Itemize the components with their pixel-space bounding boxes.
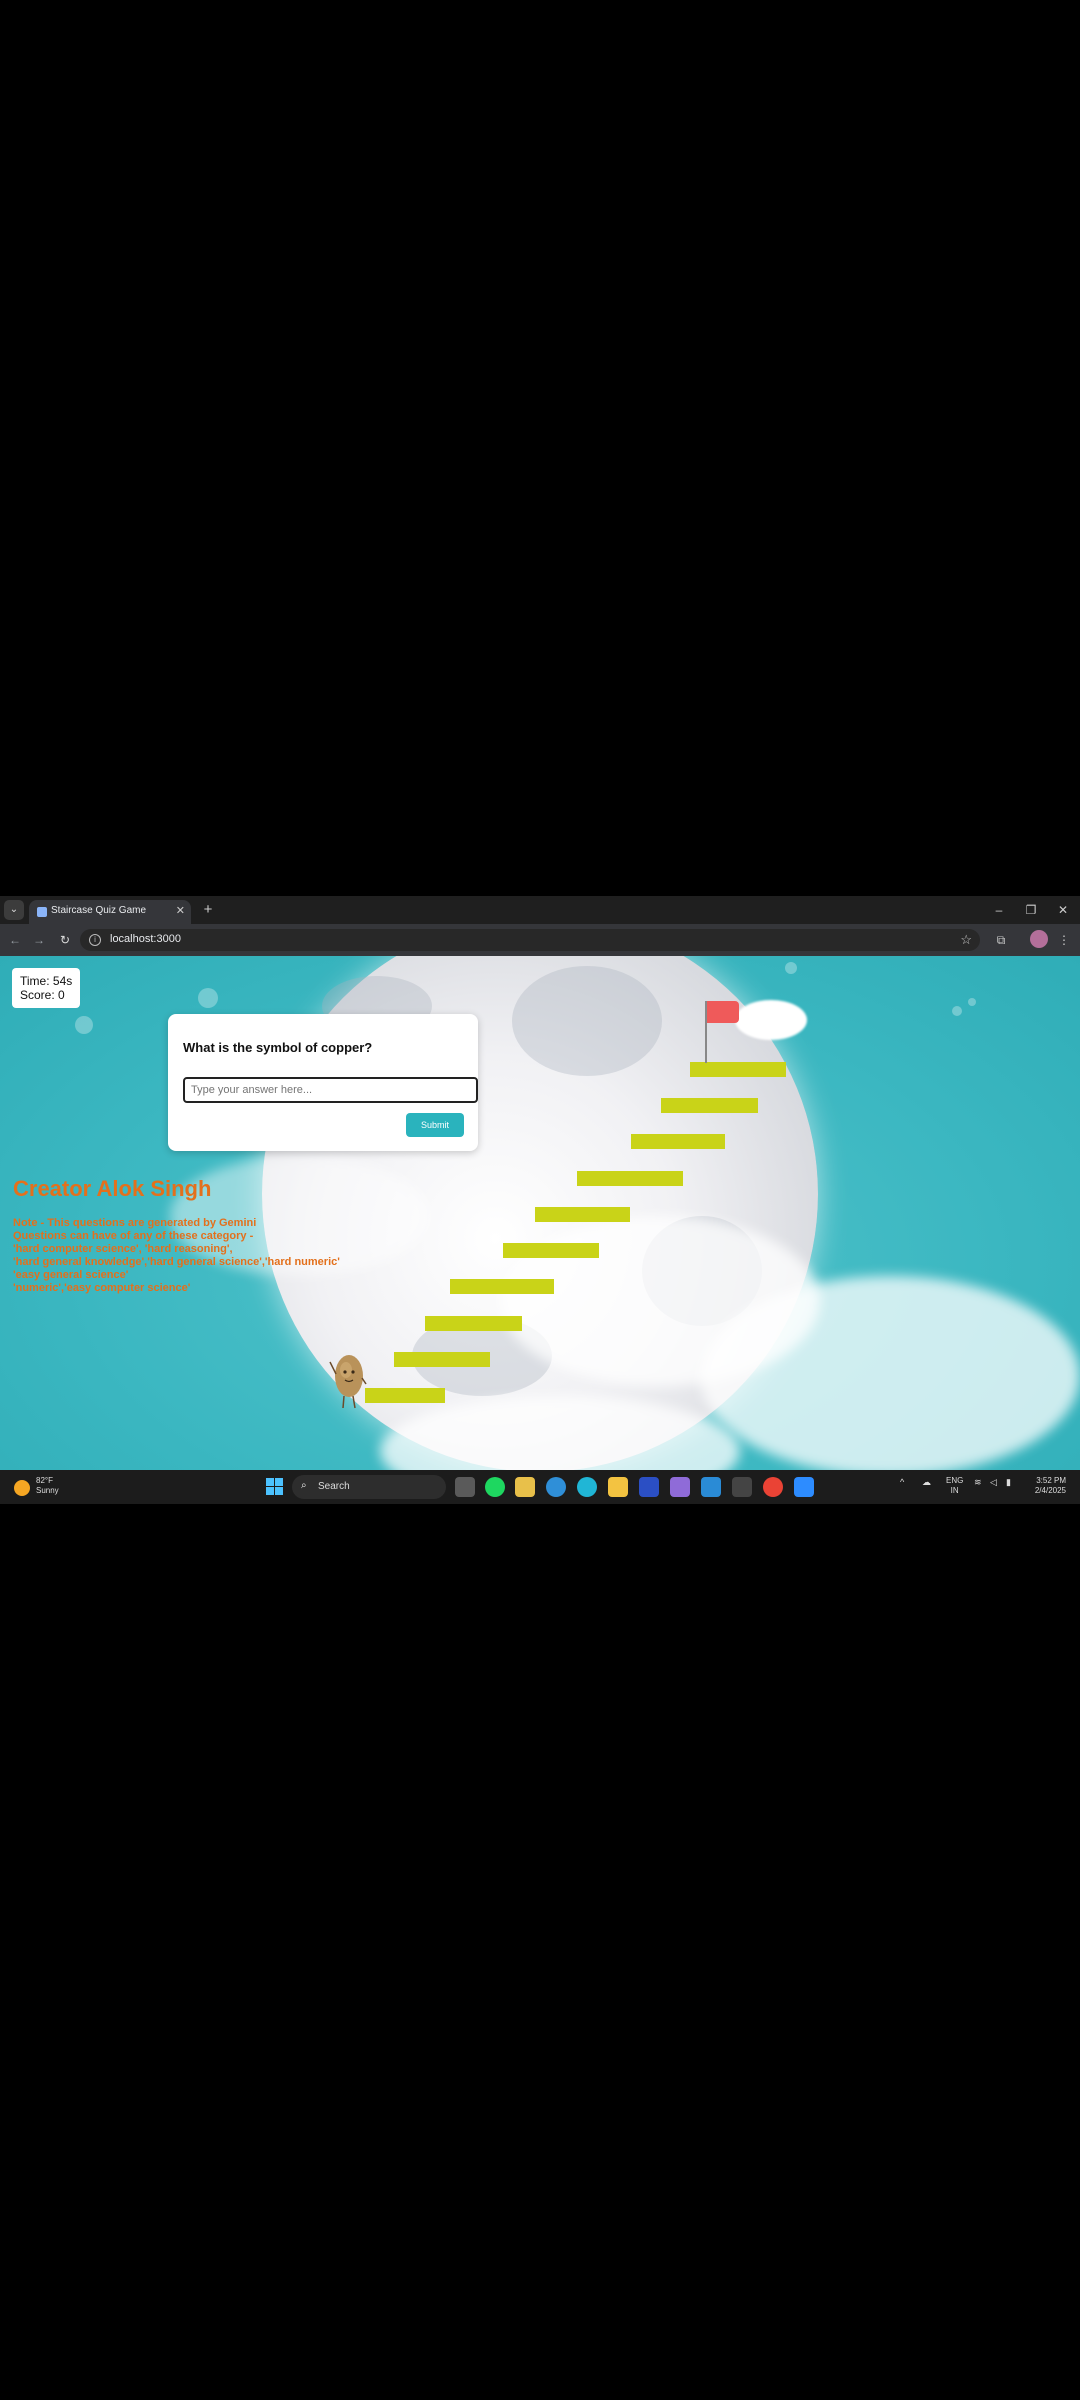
- category-notes: Note - This questions are generated by G…: [13, 1217, 340, 1295]
- search-label: Search: [318, 1481, 350, 1492]
- answer-input[interactable]: [183, 1077, 478, 1103]
- chrome-icon[interactable]: [763, 1477, 783, 1497]
- menu-kebab-icon[interactable]: ⋮: [1055, 931, 1073, 949]
- tab-staircase-quiz[interactable]: Staircase Quiz Game ✕: [29, 900, 191, 924]
- stair-step: [661, 1098, 758, 1113]
- edge-icon[interactable]: [546, 1477, 566, 1497]
- stair-step: [631, 1134, 725, 1149]
- bubble-decoration: [198, 988, 218, 1008]
- store-icon[interactable]: [515, 1477, 535, 1497]
- clock-date: 2/4/2025: [1034, 1486, 1066, 1495]
- stair-step: [503, 1243, 599, 1258]
- tab-favicon-icon: [37, 907, 47, 917]
- clock-time: 3:52 PM: [1036, 1476, 1066, 1485]
- weather-text: 82°F Sunny: [36, 1476, 59, 1496]
- creator-heading: Creator Alok Singh: [13, 1176, 212, 1201]
- task-view-icon[interactable]: [455, 1477, 475, 1497]
- l-app-icon[interactable]: [639, 1477, 659, 1497]
- tab-close-icon[interactable]: ✕: [176, 904, 185, 918]
- submit-button[interactable]: Submit: [406, 1113, 464, 1137]
- profile-avatar[interactable]: [1030, 930, 1048, 948]
- stair-step: [535, 1207, 630, 1222]
- new-tab-button[interactable]: +: [198, 900, 218, 920]
- url-text: localhost:3000: [110, 933, 181, 945]
- browser-toolbar: ← → ↻ i localhost:3000 ☆ ⧉ ⋮: [0, 924, 1080, 956]
- lang-top: ENG: [946, 1476, 964, 1485]
- timer-text: Time: 54s: [20, 974, 73, 988]
- stair-step: [394, 1352, 490, 1367]
- vscode-icon[interactable]: [701, 1477, 721, 1497]
- system-clock[interactable]: 3:52 PM 2/4/2025: [1030, 1476, 1066, 1496]
- copilot-icon[interactable]: [670, 1477, 690, 1497]
- back-arrow-icon[interactable]: ←: [6, 931, 24, 949]
- extensions-icon[interactable]: ⧉: [992, 931, 1010, 949]
- note-line: 'numeric','easy computer science': [13, 1282, 191, 1294]
- score-text: Score: 0: [20, 988, 65, 1002]
- wifi-icon[interactable]: ≋: [974, 1477, 982, 1488]
- bubble-decoration: [968, 998, 976, 1006]
- timer-score-panel: Time: 54s Score: 0: [12, 968, 81, 1008]
- spotify-icon[interactable]: [485, 1477, 505, 1497]
- language-indicator[interactable]: ENG IN: [946, 1476, 963, 1496]
- note-line: 'hard computer science', 'hard reasoning…: [13, 1243, 233, 1255]
- cloud-decoration: [700, 1276, 1080, 1470]
- moon-crater: [512, 966, 662, 1076]
- close-window-button[interactable]: ✕: [1051, 900, 1075, 920]
- lang-bottom: IN: [950, 1486, 959, 1495]
- taskbar-search-box[interactable]: ⌕ Search: [292, 1475, 446, 1499]
- zoom-icon[interactable]: [794, 1477, 814, 1497]
- cloud-decoration: [735, 1000, 807, 1040]
- alexa-icon[interactable]: [577, 1477, 597, 1497]
- note-line: Note - This questions are generated by G…: [13, 1217, 257, 1229]
- potato-character-icon: [329, 1355, 367, 1409]
- sun-icon: [14, 1480, 30, 1496]
- file-explorer-icon[interactable]: [608, 1477, 628, 1497]
- reload-icon[interactable]: ↻: [56, 931, 74, 949]
- terminal-icon[interactable]: [732, 1477, 752, 1497]
- stair-step: [690, 1062, 786, 1077]
- stair-step: [577, 1171, 683, 1186]
- volume-icon[interactable]: ◁: [990, 1477, 997, 1488]
- windows-taskbar: 82°F Sunny ⌕ Search ^ ☁ ENG IN ≋ ◁ ▮ 3:5…: [0, 1470, 1080, 1504]
- stair-step: [365, 1388, 445, 1403]
- browser-tab-strip: ⌄ Staircase Quiz Game ✕ + – ❐ ✕: [0, 896, 1080, 924]
- note-line: 'hard general knowledge','hard general s…: [13, 1256, 340, 1268]
- windows-start-icon[interactable]: [266, 1478, 283, 1495]
- search-icon: ⌕: [301, 1480, 307, 1491]
- bubble-decoration: [785, 962, 797, 974]
- address-bar[interactable]: i localhost:3000 ☆: [80, 929, 980, 951]
- tab-search-icon[interactable]: ⌄: [4, 900, 24, 920]
- stair-step: [450, 1279, 554, 1294]
- bubble-decoration: [952, 1006, 962, 1016]
- desktop-screen: ⌄ Staircase Quiz Game ✕ + – ❐ ✕ ← → ↻ i …: [0, 896, 1080, 1504]
- note-line: 'easy general science': [13, 1269, 129, 1281]
- note-line: Questions can have of any of these categ…: [13, 1230, 254, 1242]
- onedrive-icon[interactable]: ☁: [922, 1477, 931, 1488]
- weather-condition: Sunny: [36, 1486, 59, 1495]
- bookmark-star-icon[interactable]: ☆: [960, 932, 972, 948]
- question-card: What is the symbol of copper? Submit: [168, 1014, 478, 1151]
- minimize-button[interactable]: –: [987, 900, 1011, 920]
- tab-title: Staircase Quiz Game: [51, 905, 147, 916]
- game-viewport: Time: 54s Score: 0 What is the symbol of…: [0, 956, 1080, 1470]
- battery-icon[interactable]: ▮: [1006, 1477, 1011, 1488]
- goal-flag-icon: [707, 1001, 739, 1023]
- tray-chevron-icon[interactable]: ^: [900, 1477, 904, 1487]
- stair-step: [425, 1316, 522, 1331]
- bubble-decoration: [75, 1016, 93, 1034]
- weather-temp: 82°F: [36, 1476, 53, 1485]
- site-info-icon[interactable]: i: [89, 934, 101, 946]
- restore-button[interactable]: ❐: [1019, 900, 1043, 920]
- forward-arrow-icon[interactable]: →: [30, 931, 48, 949]
- question-text: What is the symbol of copper?: [183, 1040, 373, 1055]
